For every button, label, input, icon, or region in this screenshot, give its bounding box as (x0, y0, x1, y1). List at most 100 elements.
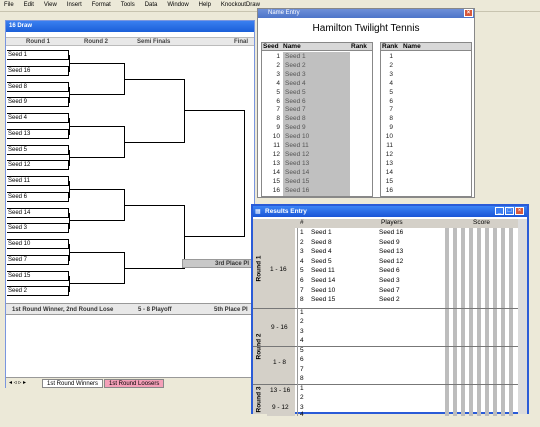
menu-file[interactable]: File (0, 0, 18, 8)
seed-name-cell[interactable]: Seed 14 (285, 169, 309, 176)
maximize-icon[interactable]: □ (505, 207, 514, 215)
seed-name-cell[interactable]: Seed 1 (285, 53, 306, 60)
r3b-range: 9 - 12 (272, 404, 289, 411)
seed-name-cell[interactable]: Seed 10 (285, 133, 309, 140)
band-divider (253, 384, 527, 385)
player-b: Seed 6 (379, 267, 400, 275)
seed-name-cell[interactable]: Seed 11 (285, 142, 309, 149)
rank-number: 2 (389, 61, 393, 69)
seed-name-cell[interactable]: Seed 9 (285, 124, 306, 131)
rank-number: 16 (385, 186, 393, 194)
score-column (453, 228, 457, 416)
bracket-line (69, 94, 124, 96)
seed-box[interactable]: Seed 1 (7, 50, 69, 60)
seed-number: 9 (276, 124, 280, 132)
menu-format[interactable]: Format (88, 0, 115, 8)
score-column (445, 228, 449, 416)
seed-name-cell[interactable]: Seed 8 (285, 115, 306, 122)
seed-name-cell[interactable]: Seed 3 (285, 71, 306, 78)
seed-name-cell[interactable]: Seed 6 (285, 98, 306, 105)
rank-number: 14 (385, 168, 393, 176)
menu-knockoutdraw[interactable]: KnockoutDraw (217, 0, 264, 8)
results-entry-window: Results Entry ▦ _ □ × # Players Score Round… (251, 204, 529, 418)
draw-window: 16 Draw Round 1 Round 2 Semi Finals Fina… (5, 20, 255, 388)
menu-window[interactable]: Window (163, 0, 192, 8)
num-header: # (300, 219, 304, 226)
bracket-line (124, 204, 184, 206)
seed-box[interactable]: Seed 8 (7, 81, 69, 92)
round-1-header: Round 1 (26, 39, 50, 45)
seed-name-cell[interactable]: Seed 15 (285, 178, 309, 185)
rank-number: 7 (389, 106, 393, 114)
match-number: 3 (300, 248, 304, 256)
seed-box[interactable]: Seed 12 (7, 160, 69, 171)
seed-box[interactable]: Seed 10 (7, 239, 69, 249)
bracket-line (184, 110, 244, 112)
menu-tools[interactable]: Tools (117, 0, 139, 8)
seed-name-cell[interactable]: Seed 16 (285, 187, 309, 194)
menu-data[interactable]: Data (141, 0, 162, 8)
menu-insert[interactable]: Insert (63, 0, 86, 8)
bracket-line (69, 157, 124, 159)
match-number: 5 (300, 267, 304, 275)
seed-box[interactable]: Seed 6 (7, 191, 69, 202)
close-icon[interactable]: × (464, 9, 473, 17)
seed-number: 2 (276, 61, 280, 69)
match-number: 4 (300, 257, 304, 265)
seed-number: 1 (276, 53, 280, 60)
player-a: Seed 15 (311, 296, 336, 304)
rank-number: 3 (389, 70, 393, 78)
bracket-line (69, 220, 124, 222)
rank-number: 12 (385, 150, 393, 158)
tab-1st-round-loosers[interactable]: 1st Round Loosers (104, 379, 165, 388)
player-b: Seed 9 (379, 238, 400, 246)
close-results-icon[interactable]: × (515, 207, 524, 215)
match-number: 1 (300, 385, 304, 392)
menu-view[interactable]: View (40, 0, 61, 8)
player-b: Seed 13 (379, 248, 404, 256)
seed-name-cell[interactable]: Seed 5 (285, 89, 306, 96)
rank-number: 8 (389, 115, 393, 123)
menu-help[interactable]: Help (195, 0, 215, 8)
seed-box[interactable]: Seed 9 (7, 97, 69, 108)
match-number: 4 (300, 337, 304, 345)
seed-name-cell[interactable]: Seed 13 (285, 160, 309, 167)
player-b: Seed 2 (379, 296, 400, 304)
third-place-bar: 3rd Place Pl (182, 259, 254, 268)
seed-box[interactable]: Seed 5 (7, 144, 69, 155)
seed-box[interactable]: Seed 4 (7, 113, 69, 123)
seed-box[interactable]: Seed 14 (7, 207, 69, 218)
seed-number: 12 (272, 150, 280, 158)
menu-edit[interactable]: Edit (20, 0, 38, 8)
seed-name-cell[interactable]: Seed 2 (285, 62, 306, 69)
seed-box[interactable]: Seed 7 (7, 254, 69, 265)
minimize-icon[interactable]: _ (495, 207, 504, 215)
tab-1st-round-winners[interactable]: 1st Round Winners (42, 379, 104, 388)
seed-box[interactable]: Seed 15 (7, 270, 69, 281)
tournament-title: Hamilton Twilight Tennis (312, 23, 420, 34)
tab-nav-arrows-icon[interactable]: ◂ ◃ ▹ ▸ (9, 379, 26, 386)
seed-number: 7 (276, 106, 280, 114)
rank-number: 1 (389, 53, 393, 60)
players-header: Players (381, 219, 403, 226)
player-b: Seed 3 (379, 277, 400, 284)
draw-window-title[interactable]: 16 Draw (6, 21, 254, 32)
seed-box[interactable]: Seed 13 (7, 128, 69, 139)
score-column (469, 228, 473, 416)
vertical-scrollbar (518, 219, 527, 414)
seed-box[interactable]: Seed 16 (7, 65, 69, 76)
rank-panel: Rank Name 1 2 3 4 5 6 7 8 9 10 11 12 13 14 15 16 (380, 42, 472, 197)
name-entry-titlebar[interactable]: Name Entry (258, 9, 474, 18)
r2b-range: 1 - 8 (273, 359, 287, 366)
seed-box[interactable]: Seed 3 (7, 223, 69, 234)
round-1-label: Round 1 (255, 255, 263, 282)
match-number: 6 (300, 356, 304, 364)
seed-name-cell[interactable]: Seed 4 (285, 80, 306, 87)
player-a: Seed 11 (311, 267, 335, 275)
rank-number: 13 (385, 159, 393, 167)
seed-name-cell[interactable]: Seed 7 (285, 106, 306, 113)
seed-box[interactable]: Seed 11 (7, 176, 69, 186)
results-titlebar[interactable]: Results Entry (253, 206, 527, 217)
seed-name-cell[interactable]: Seed 12 (285, 151, 309, 158)
seed-box[interactable]: Seed 2 (7, 286, 69, 297)
